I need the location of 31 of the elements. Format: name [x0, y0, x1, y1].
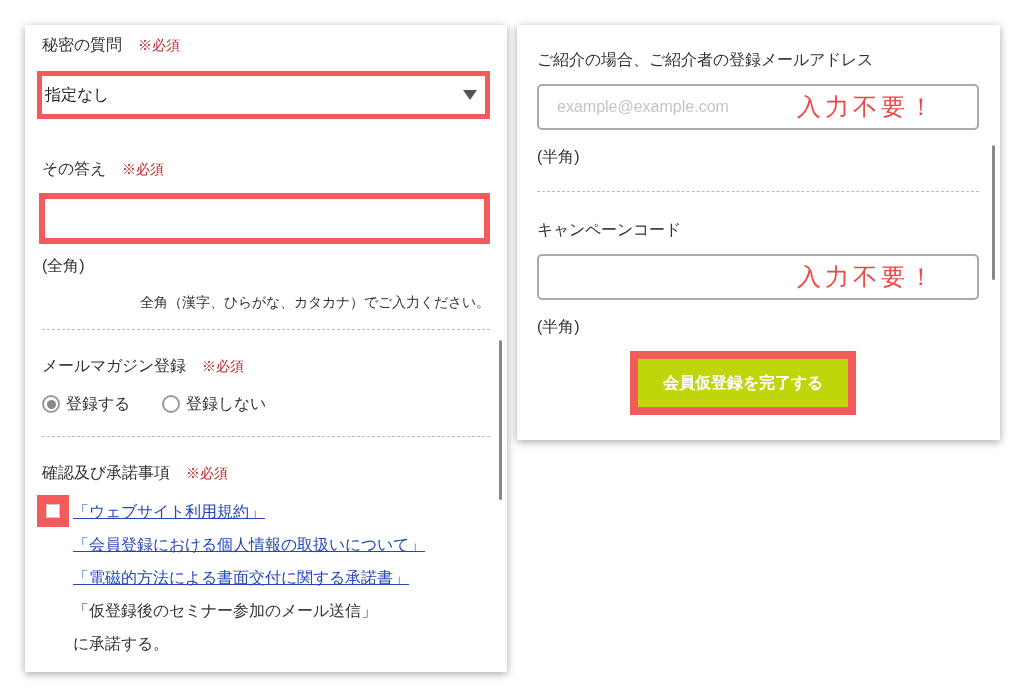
radio-option[interactable]: 登録する: [42, 392, 130, 416]
required-mark: ※必須: [138, 36, 180, 55]
field-label: キャンペーンコード: [537, 220, 681, 240]
terms-link[interactable]: 「電磁的方法による書面交付に関する承諾書」: [73, 561, 409, 594]
caret-icon: [463, 90, 477, 100]
checkbox[interactable]: [46, 504, 60, 518]
field-label: メールマガジン登録: [42, 356, 186, 376]
input-field[interactable]: 入力不要！: [537, 254, 979, 300]
field-label: ご紹介の場合、ご紹介者の登録メールアドレス: [537, 50, 873, 70]
input-hint: 全角（漢字、ひらがな、カタカナ）でご入力ください。: [139, 293, 490, 312]
input-note: (半角): [537, 147, 581, 167]
consent-text: に承諾する。: [73, 634, 169, 654]
input-field[interactable]: example@example.com 入力不要！: [537, 84, 979, 130]
field-label: 秘密の質問: [42, 35, 122, 55]
radio-option[interactable]: 登録しない: [162, 392, 266, 416]
field-label: 確認及び承諾事項: [42, 463, 170, 483]
required-mark: ※必須: [202, 357, 244, 376]
select-field[interactable]: 指定なし: [37, 71, 490, 119]
consent-text: 「仮登録後のセミナー参加のメール送信」: [73, 601, 377, 621]
required-mark: ※必須: [186, 464, 228, 483]
input-note: (半角): [537, 317, 581, 337]
input-field[interactable]: [39, 193, 490, 244]
radio-button[interactable]: [162, 395, 180, 413]
radio-button[interactable]: [42, 395, 60, 413]
field-label: その答え: [42, 159, 106, 179]
terms-link[interactable]: 「会員登録における個人情報の取扱いについて」: [73, 528, 425, 561]
annotation-text: 入力不要！: [797, 92, 937, 123]
annotation-text: 入力不要！: [797, 262, 937, 293]
input-note: (全角): [41, 256, 86, 276]
terms-link[interactable]: 「ウェブサイト利用規約」: [73, 495, 265, 528]
required-mark: ※必須: [122, 160, 164, 179]
